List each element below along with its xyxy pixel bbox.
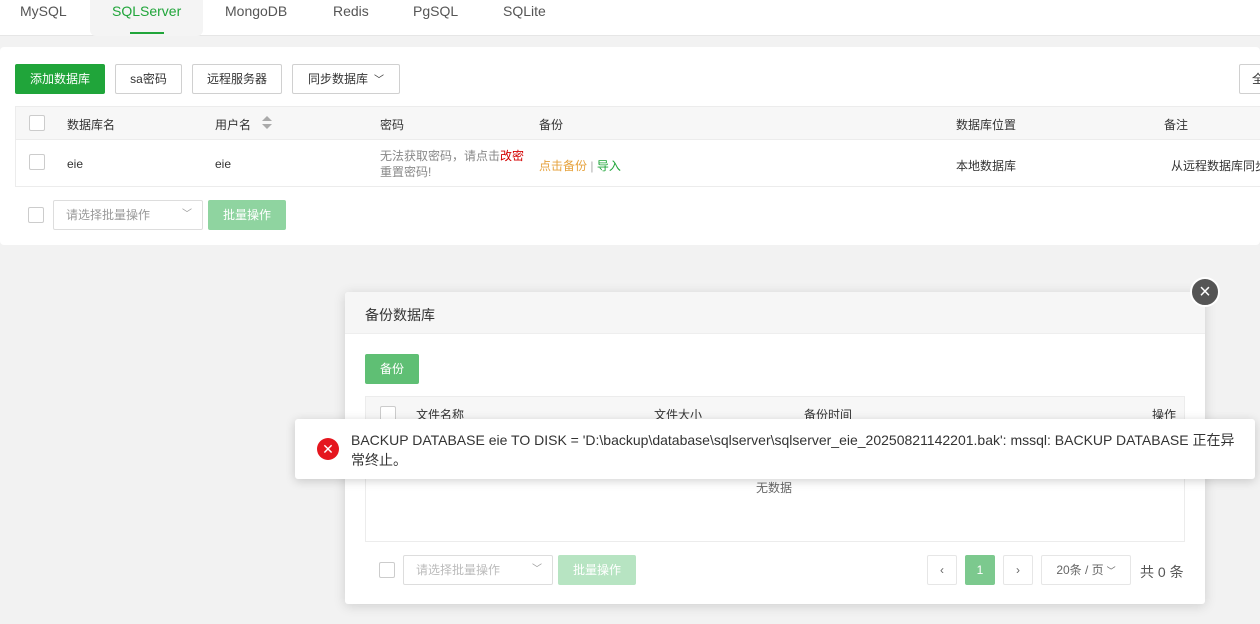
table-header: 数据库名 用户名 密码 备份 数据库位置 备注 xyxy=(16,107,1260,140)
chevron-down-icon: ﹀ xyxy=(1106,566,1116,576)
empty-message: 无数据 xyxy=(756,481,793,495)
tab-sqlserver[interactable]: SQLServer xyxy=(90,0,203,36)
tab-mongodb[interactable]: MongoDB xyxy=(225,0,295,36)
batch-select-placeholder: 请选择批量操作 xyxy=(66,208,151,222)
database-table: 数据库名 用户名 密码 备份 数据库位置 备注 eie eie 无法获取密码，请… xyxy=(15,106,1260,187)
username-cell: eie xyxy=(215,157,232,171)
dialog-header: 备份数据库 xyxy=(345,292,1205,334)
modal-batch-select[interactable]: 请选择批量操作 ﹀ xyxy=(403,555,553,585)
add-database-button[interactable]: 添加数据库 xyxy=(15,64,105,94)
location-cell: 本地数据库 xyxy=(956,159,1017,173)
page-size-label: 20条 / 页 xyxy=(1056,563,1104,577)
tab-label: SQLite xyxy=(503,3,546,19)
col-username[interactable]: 用户名 xyxy=(215,116,251,133)
db-type-tabs: MySQL SQLServer MongoDB Redis PgSQL SQLi… xyxy=(0,0,1260,36)
tab-label: MongoDB xyxy=(225,3,288,19)
chevron-down-icon: ﹀ xyxy=(532,564,542,575)
chevron-down-icon: ﹀ xyxy=(374,75,384,86)
tab-redis[interactable]: Redis xyxy=(333,0,373,36)
password-cell: 无法获取密码，请点击改密 重置密码! xyxy=(380,148,524,180)
import-link[interactable]: 导入 xyxy=(597,159,621,173)
database-panel: 添加数据库 sa密码 远程服务器 同步数据库 ﹀ 全 数据库名 用户名 密码 备份… xyxy=(0,47,1260,245)
tab-label: Redis xyxy=(333,3,369,19)
batch-operation-button[interactable]: 批量操作 xyxy=(208,200,286,230)
modal-batch-operation-button[interactable]: 批量操作 xyxy=(558,555,636,585)
tab-mysql[interactable]: MySQL xyxy=(20,0,70,36)
sa-password-button[interactable]: sa密码 xyxy=(115,64,182,94)
tab-label: MySQL xyxy=(20,3,67,19)
dialog-title: 备份数据库 xyxy=(365,307,435,323)
password-message-2: 重置密码! xyxy=(380,165,432,179)
error-message: BACKUP DATABASE eie TO DISK = 'D:\backup… xyxy=(351,432,1235,468)
error-icon: ✕ xyxy=(317,438,339,460)
col-db-name: 数据库名 xyxy=(67,118,116,132)
page-number-current[interactable]: 1 xyxy=(965,555,995,585)
prev-page-button[interactable]: ‹ xyxy=(927,555,957,585)
backup-link[interactable]: 点击备份 xyxy=(539,159,587,173)
active-tab-underline xyxy=(130,32,164,34)
tab-sqlite[interactable]: SQLite xyxy=(503,0,553,36)
tab-label: PgSQL xyxy=(413,3,459,19)
select-all-button[interactable]: 全 xyxy=(1239,64,1260,94)
backup-button[interactable]: 备份 xyxy=(365,354,419,384)
close-icon[interactable]: × xyxy=(1190,277,1220,307)
select-all-checkbox[interactable] xyxy=(29,115,45,131)
next-page-button[interactable]: › xyxy=(1003,555,1033,585)
sync-database-label: 同步数据库 xyxy=(307,72,368,86)
remote-server-button[interactable]: 远程服务器 xyxy=(192,64,282,94)
password-message: 无法获取密码，请点击 xyxy=(380,149,501,163)
error-toast: ✕ BACKUP DATABASE eie TO DISK = 'D:\back… xyxy=(295,419,1255,479)
col-password: 密码 xyxy=(380,118,405,132)
sort-icon[interactable] xyxy=(262,116,272,130)
note-cell[interactable]: 从远程数据库同步 xyxy=(1171,157,1260,174)
tab-label: SQLServer xyxy=(112,3,182,19)
tab-pgsql[interactable]: PgSQL xyxy=(413,0,463,36)
batch-checkbox[interactable] xyxy=(28,207,44,223)
change-password-link[interactable]: 改密 xyxy=(500,149,524,163)
total-count: 共 0 条 xyxy=(1140,564,1184,580)
col-note: 备注 xyxy=(1164,118,1189,132)
db-name-cell[interactable]: eie xyxy=(67,157,83,171)
link-separator: | xyxy=(590,159,594,173)
row-checkbox[interactable] xyxy=(29,154,45,170)
modal-batch-checkbox[interactable] xyxy=(379,562,395,578)
page-size-select[interactable]: 20条 / 页 ﹀ xyxy=(1041,555,1131,585)
table-row: eie eie 无法获取密码，请点击改密 重置密码! 点击备份 | 导入 本地数… xyxy=(16,140,1260,187)
chevron-right-icon: › xyxy=(1016,563,1020,577)
sync-database-button[interactable]: 同步数据库 ﹀ xyxy=(292,64,400,94)
col-backup: 备份 xyxy=(539,118,564,132)
chevron-left-icon: ‹ xyxy=(940,563,944,577)
batch-select[interactable]: 请选择批量操作 ﹀ xyxy=(53,200,203,230)
backup-cell: 点击备份 | 导入 xyxy=(539,157,621,174)
modal-batch-select-placeholder: 请选择批量操作 xyxy=(416,563,501,577)
col-location: 数据库位置 xyxy=(956,118,1017,132)
chevron-down-icon: ﹀ xyxy=(182,209,192,220)
